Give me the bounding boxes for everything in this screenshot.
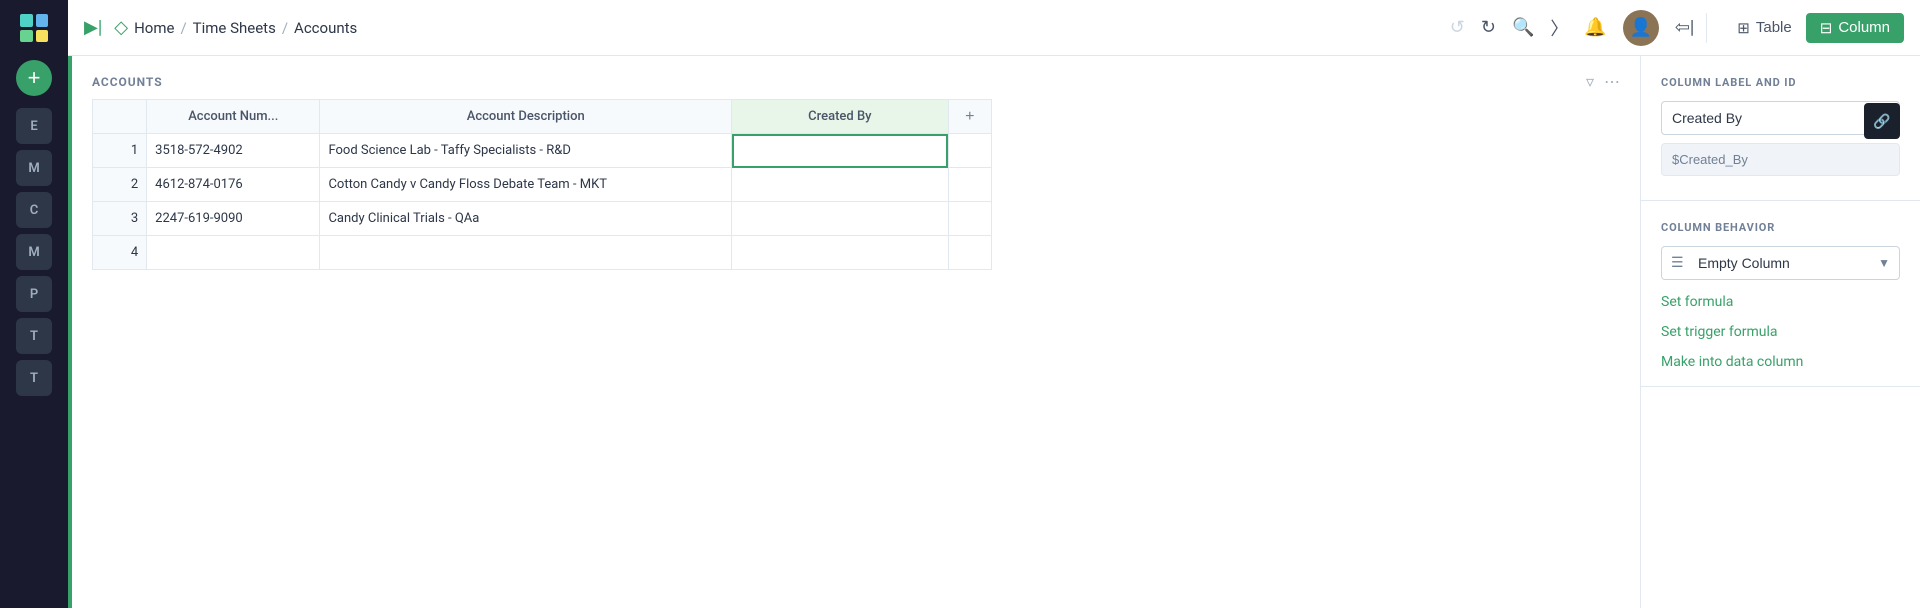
table-view-button[interactable]: ⊞ Table <box>1723 13 1805 43</box>
top-bar-actions: ↺ ↻ 🔍 〉 🔔 👤 ⇦| <box>1450 10 1695 46</box>
row-num-3: 3 <box>93 202 147 236</box>
row-1-extra <box>948 134 991 168</box>
share-icon[interactable]: 〉 <box>1550 15 1568 41</box>
set-trigger-formula-link[interactable]: Set trigger formula <box>1661 324 1900 340</box>
main-area: ▶| ◇ Home / Time Sheets / Accounts ↺ ↻ 🔍… <box>68 0 1920 608</box>
sidebar-item-t2[interactable]: T <box>16 360 52 396</box>
row-num-2: 2 <box>93 168 147 202</box>
breadcrumb: ◇ Home / Time Sheets / Accounts <box>114 17 357 38</box>
make-data-column-link[interactable]: Make into data column <box>1661 354 1900 370</box>
table-view-label: Table <box>1756 19 1792 36</box>
table-section: ACCOUNTS ▿ ⋯ Account Num... Account Desc… <box>72 56 1640 608</box>
logo-dot-blue <box>36 14 49 27</box>
col-header-account-desc: Account Description <box>320 100 732 134</box>
view-toggle: ⊞ Table ⊟ Column <box>1706 13 1904 43</box>
table-row: 3 2247-619-9090 Candy Clinical Trials - … <box>93 202 992 236</box>
redo-icon[interactable]: ↻ <box>1481 17 1496 38</box>
row-4-created-by[interactable] <box>732 236 949 270</box>
table-left-section: ACCOUNTS ▿ ⋯ Account Num... Account Desc… <box>68 56 1640 608</box>
breadcrumb-home[interactable]: Home <box>134 19 174 37</box>
column-behavior-section: COLUMN BEHAVIOR ☰ Empty Column Set formu… <box>1641 201 1920 387</box>
col-header-account-num: Account Num... <box>147 100 320 134</box>
column-label-title: COLUMN LABEL AND ID <box>1661 76 1900 89</box>
logo-dot-green <box>20 30 33 43</box>
search-icon[interactable]: 🔍 <box>1512 17 1534 38</box>
sidebar: + E M C M P T T <box>0 0 68 608</box>
avatar[interactable]: 👤 <box>1623 10 1659 46</box>
sidebar-item-p[interactable]: P <box>16 276 52 312</box>
column-view-button[interactable]: ⊟ Column <box>1806 13 1904 43</box>
table-row: 1 3518-572-4902 Food Science Lab - Taffy… <box>93 134 992 168</box>
logo-dot-yellow <box>36 30 49 43</box>
column-behavior-select-wrapper: ☰ Empty Column Set formula Set trigger f… <box>1661 246 1900 280</box>
spreadsheet-wrapper[interactable]: Account Num... Account Description Creat… <box>72 99 1640 608</box>
row-1-account-desc[interactable]: Food Science Lab - Taffy Specialists - R… <box>320 134 732 168</box>
table-row: 2 4612-874-0176 Cotton Candy v Candy Flo… <box>93 168 992 202</box>
app-logo <box>14 8 54 48</box>
add-button[interactable]: + <box>16 60 52 96</box>
col-header-add: + <box>948 100 991 134</box>
row-4-account-desc[interactable] <box>320 236 732 270</box>
add-column-button[interactable]: + <box>957 100 983 133</box>
col-header-created-by[interactable]: Created By <box>732 100 949 134</box>
row-2-created-by[interactable] <box>732 168 949 202</box>
row-2-extra <box>948 168 991 202</box>
collapse-panel-icon[interactable]: ⇦| <box>1675 17 1694 38</box>
row-3-extra <box>948 202 991 236</box>
column-behavior-select[interactable]: Empty Column Set formula Set trigger for… <box>1661 246 1900 280</box>
filter-icon[interactable]: ▿ <box>1586 72 1594 91</box>
breadcrumb-sep-1: / <box>180 19 186 37</box>
right-panel: COLUMN LABEL AND ID 🔗 COLUMN BEHAVIOR ☰ … <box>1640 56 1920 608</box>
col-header-rownum <box>93 100 147 134</box>
table-title: ACCOUNTS <box>92 75 163 89</box>
column-label-section: COLUMN LABEL AND ID 🔗 <box>1641 56 1920 201</box>
table-header-bar: ACCOUNTS ▿ ⋯ <box>72 56 1640 99</box>
table-view-icon: ⊞ <box>1737 19 1750 37</box>
row-1-account-num[interactable]: 3518-572-4902 <box>147 134 320 168</box>
column-view-label: Column <box>1838 19 1890 36</box>
table-row-empty: 4 <box>93 236 992 270</box>
nav-expand-icon[interactable]: ▶| <box>84 17 102 38</box>
breadcrumb-sep-2: / <box>282 19 288 37</box>
sidebar-item-t1[interactable]: T <box>16 318 52 354</box>
content-area: ACCOUNTS ▿ ⋯ Account Num... Account Desc… <box>68 56 1920 608</box>
column-behavior-title: COLUMN BEHAVIOR <box>1661 221 1900 234</box>
column-view-icon: ⊟ <box>1820 19 1833 37</box>
table-header-actions: ▿ ⋯ <box>1586 72 1620 91</box>
sidebar-item-m2[interactable]: M <box>16 234 52 270</box>
more-options-icon[interactable]: ⋯ <box>1604 72 1620 91</box>
column-id-field <box>1661 143 1900 176</box>
row-2-account-desc[interactable]: Cotton Candy v Candy Floss Debate Team -… <box>320 168 732 202</box>
top-bar: ▶| ◇ Home / Time Sheets / Accounts ↺ ↻ 🔍… <box>68 0 1920 56</box>
notifications-icon[interactable]: 🔔 <box>1584 17 1606 38</box>
sidebar-item-m1[interactable]: M <box>16 150 52 186</box>
link-icon: 🔗 <box>1873 113 1890 130</box>
spreadsheet: Account Num... Account Description Creat… <box>92 99 992 270</box>
row-num-1: 1 <box>93 134 147 168</box>
set-formula-link[interactable]: Set formula <box>1661 294 1900 310</box>
breadcrumb-accounts: Accounts <box>294 19 357 37</box>
row-4-extra <box>948 236 991 270</box>
row-3-account-desc[interactable]: Candy Clinical Trials - QAa <box>320 202 732 236</box>
row-1-created-by[interactable] <box>732 134 949 168</box>
sidebar-item-c[interactable]: C <box>16 192 52 228</box>
sidebar-item-e[interactable]: E <box>16 108 52 144</box>
row-4-account-num[interactable] <box>147 236 320 270</box>
column-label-input-row: 🔗 <box>1661 101 1900 135</box>
row-3-account-num[interactable]: 2247-619-9090 <box>147 202 320 236</box>
breadcrumb-timesheets[interactable]: Time Sheets <box>193 19 276 37</box>
breadcrumb-home-icon: ◇ <box>114 17 128 38</box>
column-link-button[interactable]: 🔗 <box>1864 103 1900 139</box>
row-3-created-by[interactable] <box>732 202 949 236</box>
row-num-4: 4 <box>93 236 147 270</box>
undo-icon[interactable]: ↺ <box>1450 17 1465 38</box>
row-2-account-num[interactable]: 4612-874-0176 <box>147 168 320 202</box>
logo-dot-teal <box>20 14 33 27</box>
